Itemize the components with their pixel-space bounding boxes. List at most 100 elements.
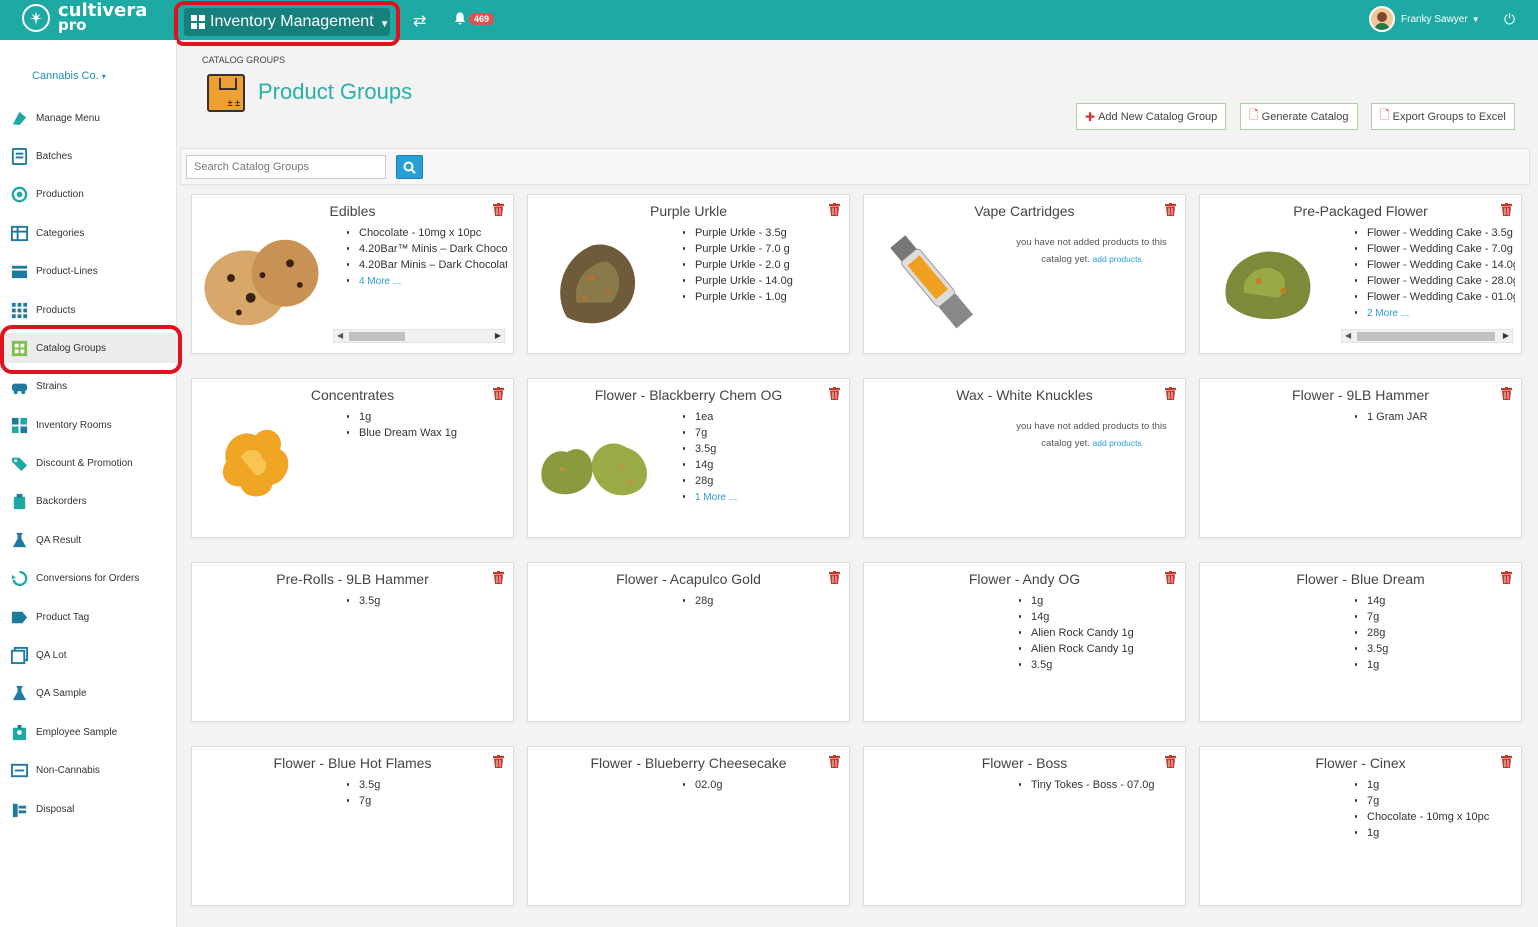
catalog-group-card[interactable]: Pre-Rolls - 9LB Hammer 3.5g (191, 562, 514, 722)
catalog-group-title[interactable]: Concentrates (192, 387, 513, 403)
scrollbar-thumb[interactable] (349, 332, 405, 341)
add-products-link[interactable]: add products (1093, 438, 1142, 448)
catalog-group-card[interactable]: Concentrates 1gBlue Dream Wax 1g (191, 378, 514, 538)
trash-icon[interactable] (1164, 571, 1177, 584)
trash-icon[interactable] (492, 387, 505, 400)
list-item: 7g (1367, 793, 1515, 809)
sidebar-item-inventory-rooms[interactable]: Inventory Rooms (0, 410, 177, 440)
list-item: Purple Urkle - 14.0g (695, 273, 843, 289)
catalog-group-title[interactable]: Purple Urkle (528, 203, 849, 219)
catalog-group-title[interactable]: Flower - Blue Dream (1200, 571, 1521, 587)
sidebar-item-discount-promotion[interactable]: Discount & Promotion (0, 448, 177, 478)
trash-icon[interactable] (492, 203, 505, 216)
catalog-group-title[interactable]: Vape Cartridges (864, 203, 1185, 219)
catalog-group-card[interactable]: Wax - White Knuckles you have not added p… (863, 378, 1186, 538)
catalog-group-card[interactable]: Flower - Acapulco Gold 28g (527, 562, 850, 722)
catalog-group-title[interactable]: Flower - Cinex (1200, 755, 1521, 771)
sidebar-item-production[interactable]: Production (0, 179, 177, 209)
catalog-group-title[interactable]: Wax - White Knuckles (864, 387, 1185, 403)
sidebar-item-product-lines[interactable]: Product-Lines (0, 256, 177, 286)
catalog-group-card[interactable]: Flower - Boss Tiny Tokes - Boss - 07.0g (863, 746, 1186, 906)
catalog-group-title[interactable]: Flower - Andy OG (864, 571, 1185, 587)
catalog-group-card[interactable]: Edibles Chocolate - 10mg x 10pc4.20Bar™ M… (191, 194, 514, 354)
sidebar-item-non-cannabis[interactable]: Non-Cannabis (0, 755, 177, 785)
catalog-group-card[interactable]: Flower - Blue Hot Flames 3.5g7g (191, 746, 514, 906)
sidebar-item-strains[interactable]: Strains (0, 371, 177, 401)
trash-icon[interactable] (1164, 755, 1177, 768)
power-icon[interactable]: ⏻ (1504, 11, 1515, 28)
sidebar-item-categories[interactable]: Categories (0, 218, 177, 248)
sidebar-item-manage-menu[interactable]: Manage Menu (0, 103, 177, 133)
list-item: Purple Urkle - 3.5g (695, 225, 843, 241)
search-button[interactable] (396, 155, 423, 179)
more-products-link[interactable]: 2 More ... (1367, 308, 1409, 319)
more-products-link[interactable]: 4 More ... (359, 276, 401, 287)
catalog-group-card[interactable]: Purple Urkle Purple Urkle - 3.5g Purple Ur… (527, 194, 850, 354)
catalog-group-card[interactable]: Pre-Packaged Flower Flower - Wedding Cake… (1199, 194, 1522, 354)
notifications-button[interactable]: 469 (454, 12, 495, 25)
catalog-group-title[interactable]: Flower - Acapulco Gold (528, 571, 849, 587)
trash-icon[interactable] (492, 755, 505, 768)
trash-icon[interactable] (828, 203, 841, 216)
sidebar-item-qa-sample[interactable]: QA Sample (0, 678, 177, 708)
more-products-link[interactable]: 1 More ... (695, 492, 737, 503)
sidebar-item-batches[interactable]: Batches (0, 141, 177, 171)
export-excel-button[interactable]: 🗋 Export Groups to Excel (1371, 103, 1515, 130)
catalog-product-list: 3.5g7g (347, 777, 507, 809)
scrollbar-thumb[interactable] (1357, 332, 1495, 341)
catalog-group-title[interactable]: Pre-Rolls - 9LB Hammer (192, 571, 513, 587)
catalog-group-card[interactable]: Flower - Blueberry Cheesecake 02.0g (527, 746, 850, 906)
company-selector[interactable]: Cannabis Co. ▾ (32, 70, 106, 82)
sidebar-item-qa-result[interactable]: QA Result (0, 525, 177, 555)
list-item: Chocolate - 10mg x 10pc (1367, 809, 1515, 825)
sidebar-item-catalog-groups[interactable]: Catalog Groups (0, 333, 177, 363)
sidebar-item-conversions-for-orders[interactable]: Conversions for Orders (0, 563, 177, 593)
trash-icon[interactable] (828, 387, 841, 400)
trash-icon[interactable] (828, 755, 841, 768)
sidebar-item-qa-lot[interactable]: QA Lot (0, 640, 177, 670)
sidebar-item-backorders[interactable]: Backorders (0, 486, 177, 516)
sidebar-item-disposal[interactable]: Disposal (0, 794, 177, 824)
trash-icon[interactable] (1164, 387, 1177, 400)
list-item: Purple Urkle - 1.0g (695, 289, 843, 305)
scroll-left-arrow-icon[interactable]: ◀ (1345, 331, 1351, 340)
scroll-right-arrow-icon[interactable]: ▶ (1503, 331, 1509, 340)
trash-icon[interactable] (828, 571, 841, 584)
catalog-group-card[interactable]: Flower - Cinex1g7gChocolate - 10mg x 10p… (1199, 746, 1522, 906)
catalog-group-card[interactable]: Flower - 9LB Hammer 1 Gram JAR (1199, 378, 1522, 538)
sidebar-item-employee-sample[interactable]: Employee Sample (0, 717, 177, 747)
trash-icon[interactable] (1500, 387, 1513, 400)
sidebar-item-products[interactable]: Products (0, 295, 177, 325)
catalog-group-title[interactable]: Edibles (192, 203, 513, 219)
trash-icon[interactable] (1500, 755, 1513, 768)
horizontal-scrollbar[interactable]: ◀ ▶ (333, 329, 505, 343)
trash-icon[interactable] (1500, 571, 1513, 584)
user-menu[interactable]: Franky Sawyer ▼ (1369, 6, 1480, 32)
catalog-group-title[interactable]: Pre-Packaged Flower (1200, 203, 1521, 219)
catalog-group-title[interactable]: Flower - Blue Hot Flames (192, 755, 513, 771)
catalog-group-card[interactable]: Flower - Andy OG1g14gAlien Rock Candy 1g… (863, 562, 1186, 722)
catalog-group-title[interactable]: Flower - 9LB Hammer (1200, 387, 1521, 403)
add-catalog-group-button[interactable]: ✚ Add New Catalog Group (1076, 103, 1227, 130)
add-products-link[interactable]: add products (1093, 254, 1142, 264)
list-item: 4.20Bar Minis – Dark Chocolate (359, 257, 507, 273)
scroll-right-arrow-icon[interactable]: ▶ (495, 331, 501, 340)
horizontal-scrollbar[interactable]: ◀ ▶ (1341, 329, 1513, 343)
list-item: Flower - Wedding Cake - 3.5g (1367, 225, 1515, 241)
catalog-group-card[interactable]: Flower - Blackberry Chem OG 1ea7g3.5g14g2… (527, 378, 850, 538)
search-input[interactable] (186, 155, 386, 179)
catalog-group-title[interactable]: Flower - Blueberry Cheesecake (528, 755, 849, 771)
sidebar-item-product-tag[interactable]: Product Tag (0, 602, 177, 632)
catalog-group-title[interactable]: Flower - Blackberry Chem OG (528, 387, 849, 403)
catalog-group-card[interactable]: Vape Cartridges you have not added produc… (863, 194, 1186, 354)
catalog-group-title[interactable]: Flower - Boss (864, 755, 1185, 771)
trash-icon[interactable] (1500, 203, 1513, 216)
scroll-left-arrow-icon[interactable]: ◀ (337, 331, 343, 340)
logo[interactable]: cultivera pro (22, 2, 147, 33)
trash-icon[interactable] (1164, 203, 1177, 216)
list-item: 3.5g (1031, 657, 1179, 673)
swap-arrows-icon[interactable]: ⇄ (413, 11, 426, 31)
trash-icon[interactable] (492, 571, 505, 584)
generate-catalog-button[interactable]: 🗋 Generate Catalog (1240, 103, 1358, 130)
catalog-group-card[interactable]: Flower - Blue Dream 14g7g28g3.5g1g (1199, 562, 1522, 722)
